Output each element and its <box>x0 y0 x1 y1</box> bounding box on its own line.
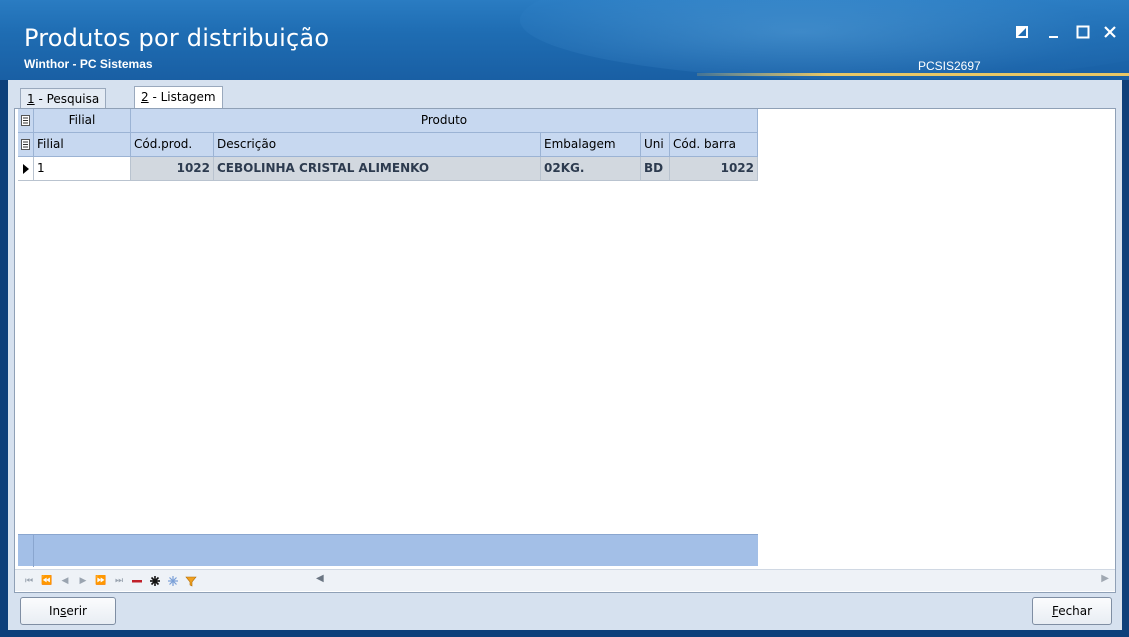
scroll-right-arrow[interactable]: ▶ <box>1101 573 1109 584</box>
column-header-unidade[interactable]: Uni <box>641 133 670 156</box>
column-header-filial[interactable]: Filial <box>34 133 131 156</box>
tab-listagem-number: 2 <box>141 90 149 104</box>
grid-column-headers: Filial Cód.prod. Descrição Embalagem Uni… <box>18 133 758 157</box>
close-icon <box>1104 26 1116 38</box>
cell-filial[interactable]: 1 <box>34 157 131 180</box>
tab-pesquisa[interactable]: 1 - Pesquisa <box>20 88 107 108</box>
filter-icon[interactable] <box>183 573 199 589</box>
fechar-label-post: echar <box>1058 604 1093 618</box>
insert-icon[interactable] <box>147 573 163 589</box>
next-page-icon[interactable]: ⏩ <box>93 573 109 589</box>
title-bar: Produtos por distribuição Winthor - PC S… <box>0 0 1129 80</box>
first-icon[interactable]: ⏮ <box>21 573 37 589</box>
title-accent-line <box>697 73 1129 76</box>
maximize-button[interactable] <box>1073 22 1093 42</box>
products-grid: Filial Produto Filial Cód.prod. Descriçã… <box>18 109 758 181</box>
routine-code: PCSIS2697 <box>918 59 981 73</box>
close-button[interactable] <box>1100 22 1120 42</box>
column-header-descricao[interactable]: Descrição <box>214 133 541 156</box>
column-header-codprod[interactable]: Cód.prod. <box>131 133 214 156</box>
last-icon[interactable]: ⏭ <box>111 573 127 589</box>
inserir-label-post: erir <box>66 604 87 618</box>
tab-listagem[interactable]: 2 - Listagem <box>134 86 223 109</box>
cell-embalagem[interactable]: 02KG. <box>541 157 641 180</box>
column-customize-icon[interactable] <box>18 133 34 156</box>
minimize-button[interactable] <box>1044 22 1064 42</box>
band-filial[interactable]: Filial <box>34 109 131 132</box>
fechar-button[interactable]: Fechar <box>1032 597 1112 625</box>
scroll-left-arrow[interactable]: ◀ <box>316 573 324 584</box>
grid-footer-indicator <box>18 535 34 567</box>
cell-codprod[interactable]: 1022 <box>131 157 214 180</box>
delete-icon[interactable] <box>129 573 145 589</box>
inserir-label-pre: In <box>48 604 61 618</box>
next-icon[interactable]: ▶ <box>75 573 91 589</box>
prev-icon[interactable]: ◀ <box>57 573 73 589</box>
tab-pesquisa-label: - Pesquisa <box>34 92 100 106</box>
window-title: Produtos por distribuição <box>24 24 330 52</box>
title-bar-decoration <box>520 0 1129 80</box>
cell-unidade[interactable]: BD <box>641 157 670 180</box>
inserir-button[interactable]: Inserir <box>20 597 116 625</box>
cell-descricao[interactable]: CEBOLINHA CRISTAL ALIMENKO <box>214 157 541 180</box>
client-area: 1 - Pesquisa 2 - Listagem Filial Produto <box>8 80 1122 630</box>
column-header-codbarra[interactable]: Cód. barra <box>670 133 758 156</box>
tab-listagem-label: - Listagem <box>148 90 216 104</box>
tab-strip: 1 - Pesquisa 2 - Listagem <box>16 86 1116 109</box>
window-subtitle: Winthor - PC Sistemas <box>24 57 153 71</box>
tab-panel-listagem: Filial Produto Filial Cód.prod. Descriçã… <box>14 108 1116 593</box>
band-produto[interactable]: Produto <box>131 109 758 132</box>
application-window: Produtos por distribuição Winthor - PC S… <box>0 0 1129 637</box>
tab-pesquisa-number: 1 <box>27 92 35 106</box>
restore-window-button[interactable] <box>1012 22 1032 42</box>
grid-footer-panel <box>18 534 758 567</box>
band-customize-icon[interactable] <box>18 109 34 132</box>
grid-navigator: ⏮ ⏪ ◀ ▶ ⏩ ⏭ ◀ ▶ <box>15 569 1115 591</box>
restore-icon <box>1016 26 1028 38</box>
prev-page-icon[interactable]: ⏪ <box>39 573 55 589</box>
maximize-icon <box>1076 25 1090 39</box>
row-indicator-icon <box>18 157 34 180</box>
grid-band-header: Filial Produto <box>18 109 758 133</box>
refresh-icon[interactable] <box>165 573 181 589</box>
table-row[interactable]: 1 1022 CEBOLINHA CRISTAL ALIMENKO 02KG. … <box>18 157 758 181</box>
column-header-embalagem[interactable]: Embalagem <box>541 133 641 156</box>
minimize-icon <box>1049 36 1058 38</box>
cell-codbarra[interactable]: 1022 <box>670 157 758 180</box>
